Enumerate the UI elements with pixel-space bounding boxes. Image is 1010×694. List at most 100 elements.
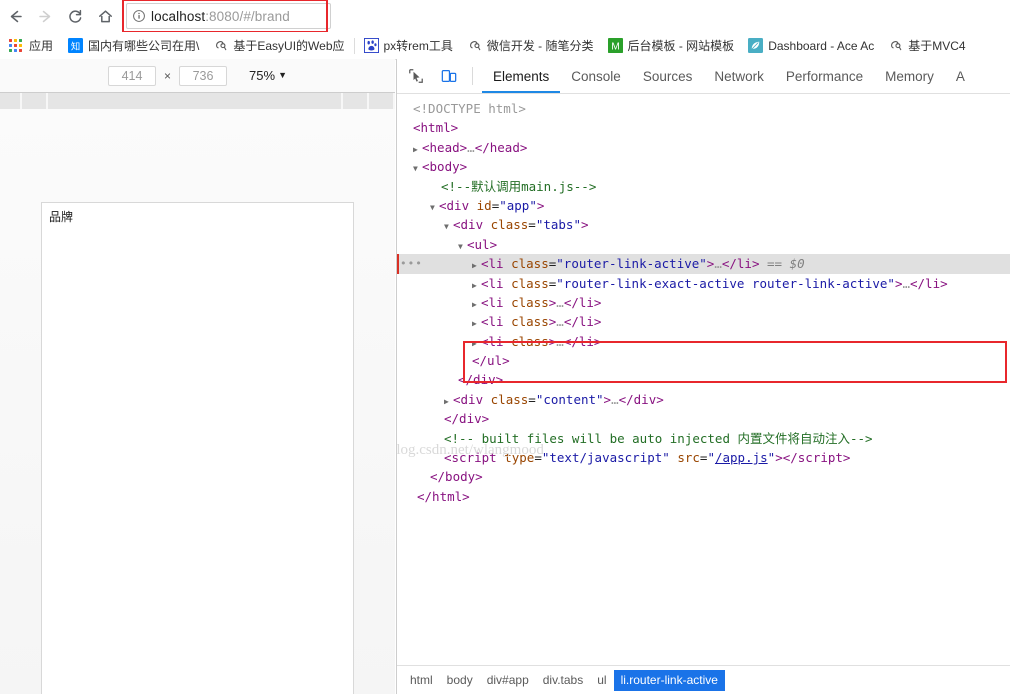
breadcrumb-item-li-router-link-active[interactable]: li.router-link-active [613, 669, 725, 691]
device-width-input[interactable] [108, 65, 157, 86]
bookmark-label: 后台模板 - 网站模板 [627, 39, 735, 53]
back-arrow-icon [10, 10, 22, 22]
tab-memory[interactable]: Memory [874, 60, 945, 93]
dom-node-ul-close[interactable]: </ul> [397, 351, 1010, 370]
device-zoom-dropdown[interactable]: 75% ▼ [249, 68, 287, 83]
toolbar-divider [472, 67, 473, 85]
dom-node-html-close[interactable]: </html> [397, 487, 1010, 506]
forward-button[interactable] [30, 1, 60, 31]
baidu-paw-icon [363, 38, 379, 53]
dom-node-ul-open[interactable]: ▼ <ul> [397, 235, 1010, 254]
link-icon [891, 41, 902, 51]
svg-text:知: 知 [71, 40, 80, 52]
dom-node-li-router-link-active[interactable]: ••• ▶ <li class="router-link-active">…</li… [397, 254, 1010, 274]
dom-node-div-tabs[interactable]: ▼ <div class="tabs"> [397, 215, 1010, 234]
breadcrumb-item-div-tabs[interactable]: div.tabs [536, 670, 590, 691]
dom-node-li-router-link-exact-active[interactable]: ▶ <li class="router-link-exact-active rou… [397, 274, 1010, 293]
bookmark-item-dashboard[interactable]: Dashboard - Ace Ac [741, 34, 881, 58]
bookmark-label: 基于EasyUI的Web应 [233, 39, 345, 53]
devtools-toolbar: Elements Console Sources Network Perform… [397, 59, 1010, 94]
dom-node-div-tabs-close[interactable]: </div> [397, 370, 1010, 389]
device-zoom-value: 75% [249, 68, 276, 83]
dom-node-body-close[interactable]: </body> [397, 467, 1010, 486]
breadcrumb-item-div-app[interactable]: div#app [480, 670, 536, 691]
bookmark-item-admin-template[interactable]: M 后台模板 - 网站模板 [601, 34, 742, 58]
bookmark-item-pxrem[interactable]: px转rem工具 [357, 34, 460, 58]
link-icon [469, 41, 481, 51]
browser-window: localhost:8080/#/brand 应用 知 国内有哪些公司在用\ 基… [0, 0, 1010, 694]
bookmark-label: Dashboard - Ace Ac [768, 38, 875, 53]
dom-node-div-content[interactable]: ▶ <div class="content">…</div> [397, 390, 1010, 409]
bookmark-label: 微信开发 - 随笔分类 [486, 39, 594, 53]
bookmark-divider [353, 37, 355, 54]
tab-application[interactable]: A [945, 60, 976, 93]
tab-network[interactable]: Network [703, 60, 775, 93]
device-emulation-toolbar: × 75% ▼ [0, 59, 395, 93]
page-title: 品牌 [49, 210, 74, 224]
back-button[interactable] [0, 1, 30, 31]
dom-node-div-app-close[interactable]: </div> [397, 409, 1010, 428]
device-toolbar-icon [441, 70, 457, 82]
home-button[interactable] [90, 1, 120, 31]
bookmark-item-zhihu[interactable]: 知 国内有哪些公司在用\ [61, 34, 206, 58]
breadcrumb-item-ul[interactable]: ul [590, 670, 613, 691]
bookmark-item-mvc4[interactable]: 基于MVC4 [881, 34, 972, 58]
leaf-icon [748, 38, 764, 53]
dom-node-comment-built[interactable]: <!-- built files will be auto injected 内… [397, 429, 1010, 448]
tab-console[interactable]: Console [560, 60, 632, 93]
breadcrumb-item-body[interactable]: body [440, 670, 480, 691]
device-height-input[interactable] [179, 65, 228, 86]
phone-page-content: 品牌 [42, 203, 353, 694]
reload-arrow-icon [68, 9, 81, 23]
size-separator: × [164, 68, 172, 83]
device-size-group: × [108, 65, 228, 86]
dom-node-head[interactable]: ▶ <head>…</head> [397, 138, 1010, 157]
browser-toolbar: localhost:8080/#/brand [0, 0, 1010, 33]
breadcrumb: html body div#app div.tabs ul li.router-… [397, 665, 1010, 694]
dom-node-body-open[interactable]: ▼ <body> [397, 157, 1010, 176]
bookmarks-bar: 应用 知 国内有哪些公司在用\ 基于EasyUI的Web应 px转rem工具 微… [0, 32, 1010, 60]
svg-text:M: M [611, 41, 620, 52]
device-emulation-pane: × 75% ▼ 品牌 [0, 59, 395, 694]
bookmark-item-wechat[interactable]: 微信开发 - 随笔分类 [460, 34, 601, 58]
chevron-down-icon: ▼ [278, 70, 287, 80]
page-info-icon[interactable] [132, 9, 146, 23]
link-icon [216, 41, 227, 51]
devtools-pane: Elements Console Sources Network Perform… [396, 59, 1010, 694]
breadcrumb-item-html[interactable]: html [403, 670, 440, 691]
home-icon [98, 9, 112, 22]
phone-viewport: 品牌 精选 [41, 202, 354, 694]
address-bar-text: localhost:8080/#/brand [151, 9, 290, 24]
url-host: localhost [151, 8, 206, 24]
dom-node-comment-main[interactable]: <!--默认调用main.js--> [397, 177, 1010, 196]
tab-performance[interactable]: Performance [775, 60, 874, 93]
tab-sources[interactable]: Sources [632, 60, 704, 93]
tab-elements[interactable]: Elements [482, 60, 560, 93]
bookmark-label: 基于MVC4 [908, 39, 966, 53]
dom-node-li-3[interactable]: ▶ <li class>…</li> [397, 293, 1010, 312]
dom-node-doctype[interactable]: <!DOCTYPE html> [397, 99, 1010, 118]
dom-node-html-open[interactable]: <html> [397, 118, 1010, 137]
url-path: :8080/#/brand [205, 8, 290, 24]
bookmark-apps-button[interactable]: 应用 [0, 37, 61, 54]
inspect-cursor-icon [409, 69, 423, 83]
dom-node-li-4[interactable]: ▶ <li class>…</li> [397, 312, 1010, 331]
dom-node-li-5[interactable]: ▶ <li class>…</li> [397, 332, 1010, 351]
toggle-device-toolbar-button[interactable] [435, 62, 463, 90]
m-icon: M [607, 38, 623, 53]
dom-node-div-app[interactable]: ▼ <div id="app"> [397, 196, 1010, 215]
device-ruler [0, 93, 395, 109]
dom-tree[interactable]: <!DOCTYPE html> <html> ▶ <head>…</head> ▼… [397, 93, 1010, 666]
dom-node-script[interactable]: <script type="text/javascript" src="/app… [397, 448, 1010, 467]
bookmark-label: 国内有哪些公司在用\ [88, 39, 200, 53]
bookmark-label: px转rem工具 [383, 39, 453, 53]
omnibox-container: localhost:8080/#/brand [122, 0, 331, 33]
bookmark-item-easyui[interactable]: 基于EasyUI的Web应 [206, 34, 351, 58]
forward-arrow-icon [38, 10, 50, 22]
zhihu-icon: 知 [68, 38, 84, 53]
apps-grid-icon [9, 39, 22, 52]
inspect-element-button[interactable] [402, 62, 430, 90]
address-bar[interactable]: localhost:8080/#/brand [126, 3, 331, 29]
reload-button[interactable] [60, 1, 90, 31]
bookmark-apps-label: 应用 [29, 39, 54, 53]
